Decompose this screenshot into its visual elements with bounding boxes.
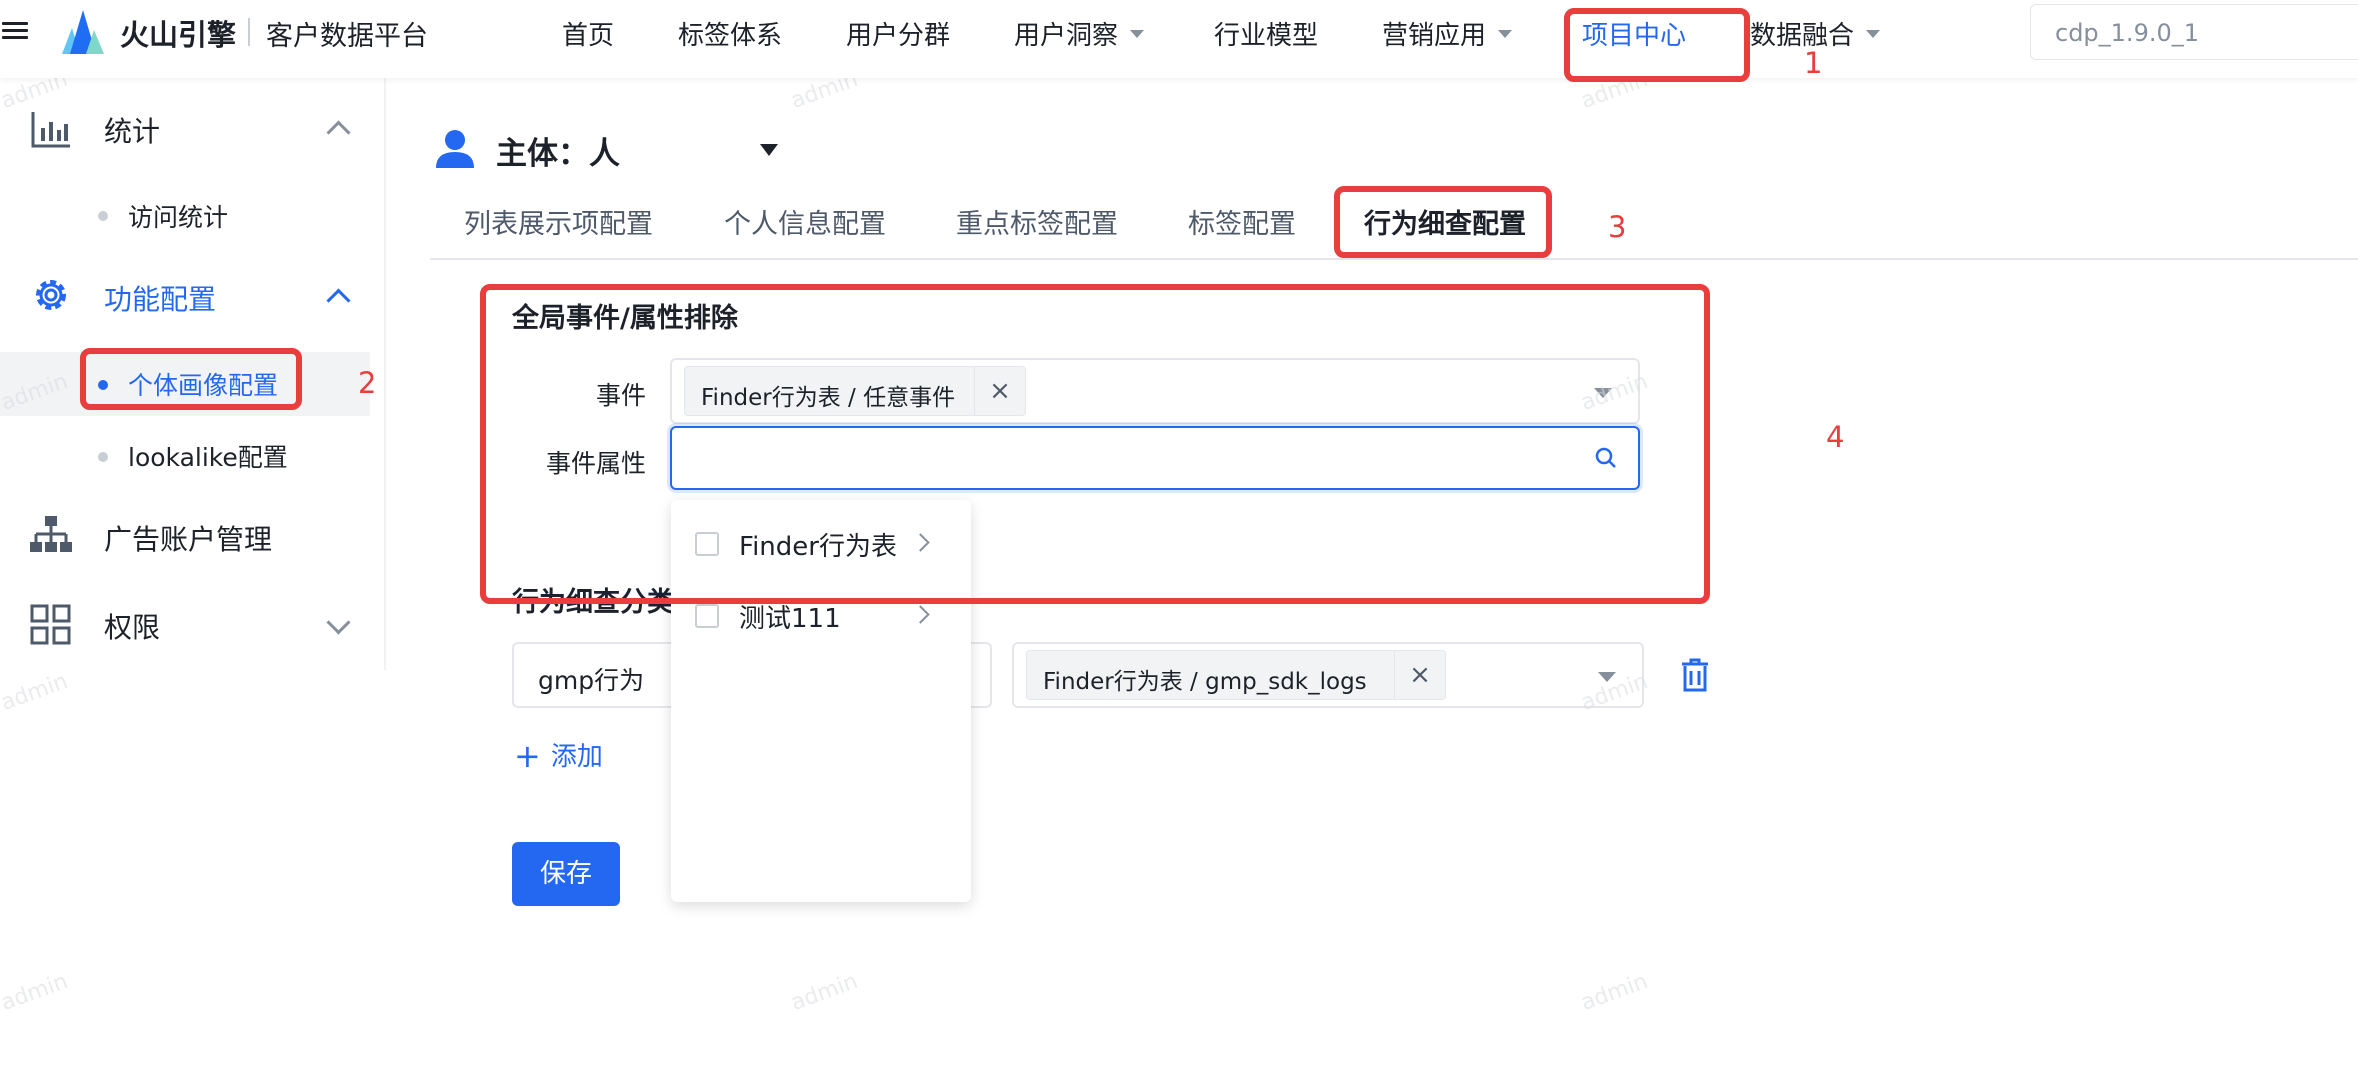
org-chart-icon	[30, 516, 72, 552]
gear-icon	[36, 280, 66, 310]
watermark: admin	[1577, 968, 1652, 1017]
annotation-box-4	[480, 284, 1710, 604]
chevron-down-icon	[1498, 29, 1513, 38]
trash-icon[interactable]	[1680, 658, 1710, 692]
chevron-right-icon	[911, 605, 930, 624]
annotation-box-3	[1334, 186, 1552, 258]
top-navigation-bar: 火山引擎 客户数据平台 首页 标签体系 用户分群 用户洞察 行业模型 营销应用 …	[0, 0, 2358, 78]
sidebar-item-visit-stats[interactable]: 访问统计	[128, 198, 228, 234]
plus-icon: +	[514, 737, 541, 775]
version-select[interactable]: cdp_1.9.0_1	[2030, 4, 2358, 60]
sidebar-group-ad-accounts[interactable]: 广告账户管理	[104, 518, 272, 558]
sidebar-group-permissions[interactable]: 权限	[104, 606, 160, 646]
grid-icon	[30, 604, 71, 645]
watermark: admin	[0, 668, 72, 717]
annotation-number-3: 3	[1608, 210, 1627, 244]
watermark: admin	[787, 968, 862, 1017]
annotation-number-2: 2	[358, 366, 377, 400]
caret-down-icon[interactable]	[760, 144, 778, 156]
tab-list-display-config[interactable]: 列表展示项配置	[464, 202, 653, 241]
add-label: 添加	[550, 742, 603, 772]
bullet-dot	[98, 452, 108, 462]
tab-personal-info-config[interactable]: 个人信息配置	[724, 202, 886, 241]
user-icon	[436, 130, 474, 168]
save-button[interactable]: 保存	[512, 842, 620, 906]
tab-key-tag-config[interactable]: 重点标签配置	[956, 202, 1118, 241]
subject-selector[interactable]: 主体：人	[496, 128, 620, 173]
brand-name: 火山引擎	[120, 18, 237, 52]
category-event-tag: Finder行为表 / gmp_sdk_logs ×	[1026, 650, 1446, 700]
bullet-dot	[98, 211, 108, 221]
product-name: 客户数据平台	[266, 21, 428, 52]
nav-home[interactable]: 首页	[562, 15, 614, 52]
menu-icon[interactable]	[2, 18, 28, 44]
sidebar-group-statistics[interactable]: 统计	[104, 110, 160, 150]
volcano-logo	[62, 10, 104, 54]
annotation-number-4: 4	[1826, 420, 1845, 454]
sidebar-group-function-config[interactable]: 功能配置	[104, 278, 216, 318]
bar-chart-icon	[31, 112, 70, 148]
chevron-down-icon	[1866, 29, 1881, 38]
add-category-button[interactable]: + 添加	[514, 736, 603, 775]
nav-user-segment[interactable]: 用户分群	[846, 15, 950, 52]
brand-divider	[248, 18, 250, 46]
tabs-divider	[430, 258, 2358, 260]
nav-user-insight[interactable]: 用户洞察	[1014, 15, 1145, 52]
annotation-number-1: 1	[1804, 46, 1823, 80]
chevron-down-icon	[1130, 29, 1145, 38]
close-icon[interactable]: ×	[1394, 651, 1445, 699]
category-event-select[interactable]: Finder行为表 / gmp_sdk_logs ×	[1012, 642, 1644, 708]
watermark: admin	[0, 968, 72, 1017]
nav-industry-model[interactable]: 行业模型	[1214, 15, 1318, 52]
tab-tag-config[interactable]: 标签配置	[1188, 202, 1296, 241]
checkbox[interactable]	[695, 604, 719, 628]
category-name-value: gmp行为	[538, 666, 645, 695]
category-event-tag-text: Finder行为表 / gmp_sdk_logs	[1043, 669, 1367, 695]
sidebar-item-lookalike-config[interactable]: lookalike配置	[128, 438, 288, 474]
annotation-box-2	[80, 348, 302, 410]
nav-tag-system[interactable]: 标签体系	[678, 15, 782, 52]
annotation-box-1	[1564, 8, 1750, 82]
nav-marketing-app[interactable]: 营销应用	[1382, 15, 1513, 52]
version-value: cdp_1.9.0_1	[2055, 19, 2199, 47]
